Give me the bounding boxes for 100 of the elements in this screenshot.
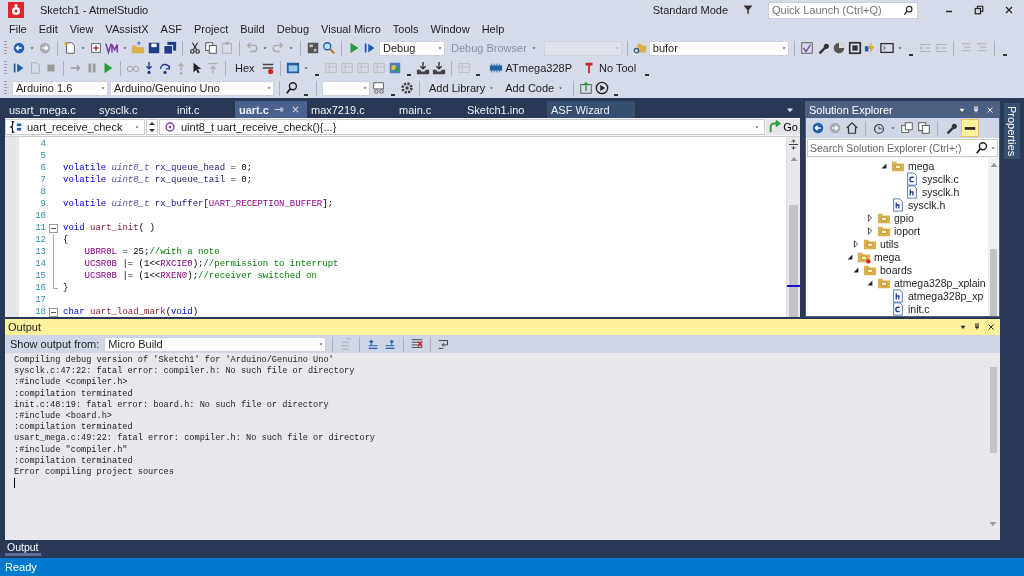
scrollbar-thumb[interactable]	[989, 367, 997, 453]
scroll-up-icon[interactable]	[988, 161, 999, 168]
collapse-icon[interactable]	[49, 307, 58, 317]
back-icon[interactable]	[811, 121, 825, 135]
menu-item[interactable]: Window	[424, 23, 476, 35]
pin-icon[interactable]	[273, 104, 285, 115]
menu-item[interactable]: Project	[187, 23, 235, 35]
menu-item[interactable]: File	[3, 23, 33, 35]
copy-icon[interactable]	[917, 121, 931, 135]
file-tab[interactable]: init.c	[173, 101, 235, 118]
frame-icon[interactable]	[847, 41, 862, 55]
menu-item[interactable]: Visual Micro	[315, 23, 387, 35]
expand-icon[interactable]	[866, 226, 874, 235]
collapse-icon[interactable]	[49, 223, 58, 233]
find-dropdown[interactable]: bufor	[648, 40, 789, 56]
spin-arrows-icon[interactable]	[146, 119, 158, 135]
close-icon[interactable]	[1003, 4, 1015, 16]
expand-icon[interactable]	[866, 213, 874, 222]
configuration-dropdown[interactable]: Debug	[379, 40, 445, 56]
menu-item[interactable]: Help	[475, 23, 511, 35]
board-icon[interactable]	[306, 41, 320, 55]
cut-icon[interactable]	[188, 41, 202, 55]
collapse-icon[interactable]	[852, 265, 860, 274]
member-dropdown[interactable]: uint8_t uart_receive_check(){...}	[159, 119, 766, 135]
tree-item[interactable]: mega	[908, 159, 935, 172]
windows-icon[interactable]	[900, 121, 914, 135]
tree-item[interactable]: utils	[880, 237, 899, 250]
image-icon[interactable]	[387, 61, 402, 75]
save-all-icon[interactable]	[163, 41, 177, 55]
search-icon[interactable]	[285, 81, 299, 95]
file-tab[interactable]: sysclk.c	[95, 101, 173, 118]
add-file-icon[interactable]	[89, 41, 103, 55]
find-in-files-icon[interactable]	[632, 41, 647, 55]
device-button[interactable]: ATmega328P	[484, 59, 576, 77]
document-icon[interactable]	[799, 41, 814, 55]
scrollbar-thumb[interactable]	[990, 249, 997, 316]
hex-button[interactable]: Hex	[231, 59, 259, 77]
settings-icon[interactable]	[400, 81, 414, 95]
add-code-button[interactable]: Add Code	[501, 79, 569, 97]
tree-item[interactable]: boards	[880, 263, 913, 276]
back-icon[interactable]	[12, 41, 26, 55]
output-source-dropdown[interactable]: Micro Build	[104, 336, 327, 352]
window-icon[interactable]	[879, 41, 894, 55]
pin-icon[interactable]	[972, 322, 982, 332]
tree-item[interactable]: sysclk.c	[922, 172, 959, 185]
expand-icon[interactable]	[852, 239, 860, 248]
devices-icon[interactable]	[372, 81, 386, 95]
menu-item[interactable]: Debug	[270, 23, 316, 35]
go-button[interactable]: Go	[766, 119, 800, 135]
file-tab[interactable]: ASF Wizard	[546, 101, 635, 118]
menu-item[interactable]: Edit	[32, 23, 64, 35]
vm-logo-icon[interactable]	[105, 41, 119, 55]
tree-item[interactable]: sysclk.h	[922, 185, 960, 198]
menu-item[interactable]: ASF	[154, 23, 188, 35]
new-project-icon[interactable]	[63, 41, 77, 55]
menu-item[interactable]: Tools	[386, 23, 425, 35]
collapse-icon[interactable]	[880, 161, 888, 170]
split-icon[interactable]	[788, 139, 799, 150]
tool-button[interactable]: No Tool	[578, 59, 641, 77]
board-dropdown[interactable]: Arduino/Genuino Uno	[110, 80, 274, 96]
file-tab[interactable]: usart_mega.c	[5, 101, 95, 118]
restore-icon[interactable]	[973, 4, 985, 16]
add-library-button[interactable]: Add Library	[425, 79, 500, 97]
close-icon[interactable]	[985, 105, 995, 115]
play-icon[interactable]	[595, 81, 610, 95]
collapse-icon[interactable]	[846, 252, 854, 261]
filter-icon[interactable]	[742, 4, 754, 16]
menu-item[interactable]: View	[63, 23, 100, 35]
file-tab[interactable]: uart.c	[235, 101, 307, 118]
file-tab[interactable]: max7219.c	[306, 101, 395, 118]
pie-chart-icon[interactable]	[831, 41, 846, 55]
pin-icon[interactable]	[971, 105, 981, 115]
continue-icon[interactable]	[12, 61, 26, 75]
copy-icon[interactable]	[204, 41, 218, 55]
tree-item[interactable]: ioport	[894, 224, 921, 237]
window-icon[interactable]	[285, 61, 300, 75]
sdk-dropdown[interactable]: Arduino 1.6	[12, 80, 108, 96]
history-icon[interactable]	[872, 121, 886, 135]
file-tab[interactable]: main.c	[394, 101, 463, 118]
step-over-icon[interactable]	[158, 61, 172, 75]
properties-icon[interactable]	[961, 119, 979, 137]
scrollbar-thumb[interactable]	[789, 205, 798, 317]
download-icon[interactable]	[431, 61, 446, 75]
tree-item[interactable]: atmega328p_xp	[908, 289, 984, 302]
save-icon[interactable]	[147, 41, 161, 55]
tree-item[interactable]: sysclk.h	[908, 198, 946, 211]
menu-item[interactable]: Build	[234, 23, 271, 35]
breakpoint-icon[interactable]	[260, 61, 275, 75]
tree-item[interactable]: gpio	[894, 211, 914, 224]
file-tab[interactable]: Sketch1.ino	[462, 101, 547, 118]
menu-item[interactable]: VAssistX	[99, 23, 155, 35]
tree-item[interactable]: atmega328p_xplain	[894, 276, 986, 289]
continue-icon[interactable]	[363, 41, 377, 55]
close-icon[interactable]	[986, 322, 996, 332]
tree-item[interactable]: mega	[874, 250, 901, 263]
collapse-icon[interactable]	[866, 278, 874, 287]
scope-dropdown[interactable]: uart_receive_check	[5, 119, 145, 135]
download-icon[interactable]	[415, 61, 430, 75]
clear-icon[interactable]	[410, 337, 425, 351]
wrench-icon[interactable]	[944, 121, 958, 135]
